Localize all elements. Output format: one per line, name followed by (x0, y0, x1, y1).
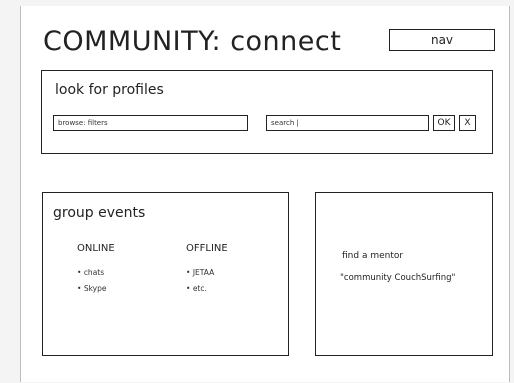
online-item-skype[interactable]: Skype (77, 283, 107, 299)
offline-heading: OFFLINE (186, 243, 228, 254)
clear-button[interactable]: X (459, 115, 476, 131)
profile-search-title: look for profiles (55, 82, 164, 98)
offline-list: JETAA etc. (186, 267, 214, 299)
find-mentor-label: find a mentor (342, 251, 404, 261)
ok-button[interactable]: OK (433, 115, 455, 131)
online-list: chats Skype (77, 267, 107, 299)
offline-item-jetaa[interactable]: JETAA (186, 267, 214, 283)
offline-item-etc[interactable]: etc. (186, 283, 214, 299)
online-item-chats[interactable]: chats (77, 267, 106, 283)
couchsurfing-label: "community CouchSurfing" (340, 273, 456, 283)
online-heading: ONLINE (77, 243, 115, 254)
page-canvas: COMMUNITY: connect nav look for profiles… (20, 6, 510, 382)
search-input[interactable]: search | (266, 115, 429, 131)
browse-filters-field[interactable]: browse: filters (53, 115, 248, 131)
nav-button[interactable]: nav (389, 29, 495, 51)
group-events-title: group events (53, 205, 146, 221)
profile-search-panel: look for profiles browse: filters search… (41, 70, 493, 154)
page-title: COMMUNITY: connect (43, 26, 342, 57)
group-events-panel: group events ONLINE OFFLINE chats Skype … (42, 192, 289, 356)
mentor-panel[interactable]: find a mentor "community CouchSurfing" (315, 192, 493, 356)
